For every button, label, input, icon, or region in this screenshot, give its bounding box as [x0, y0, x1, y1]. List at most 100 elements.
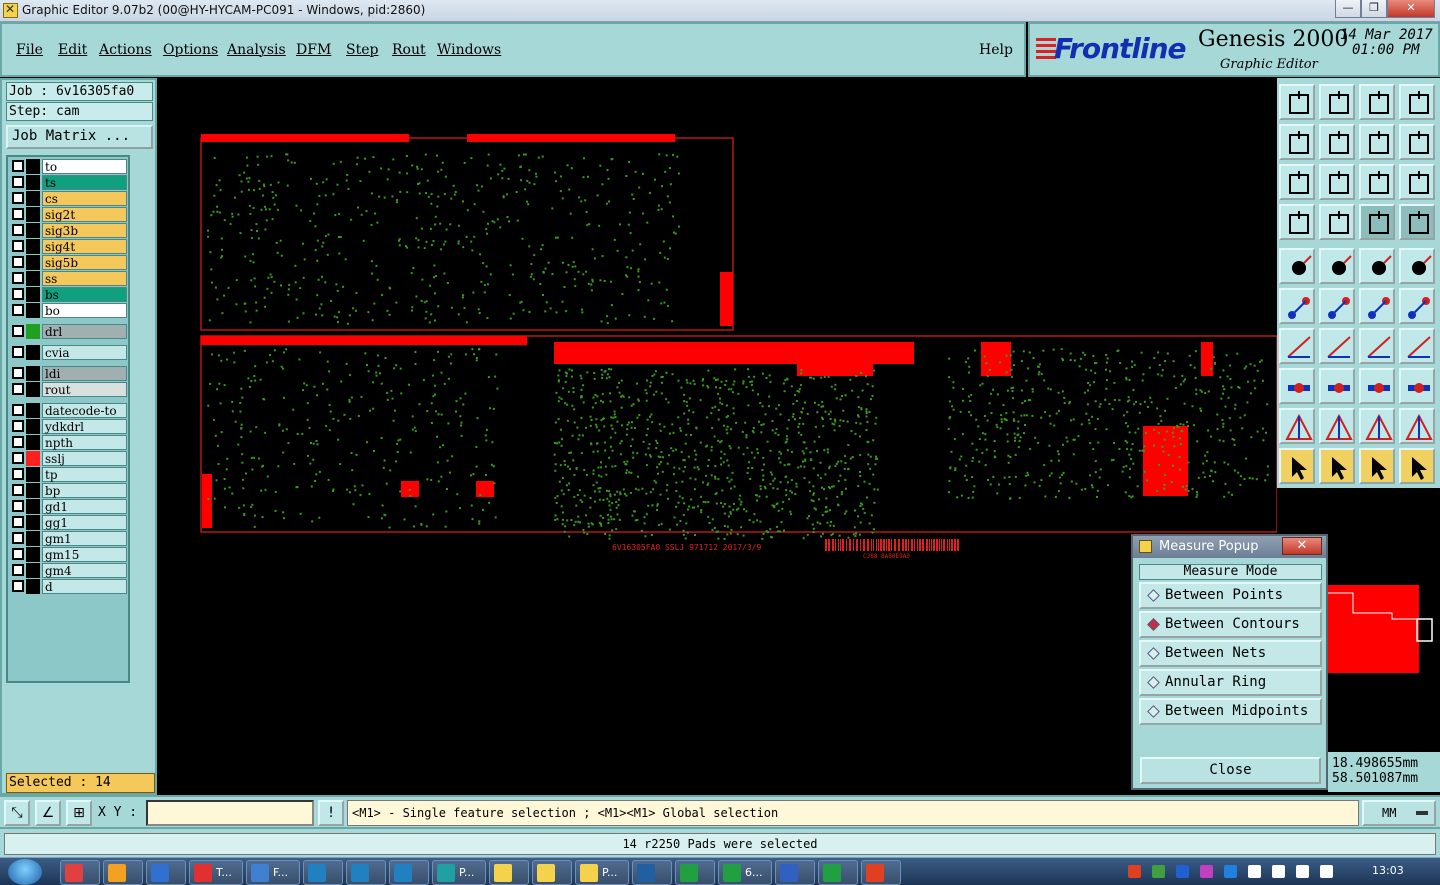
triangle-d-icon[interactable] — [1399, 408, 1435, 444]
taskbar-app-button[interactable] — [632, 860, 672, 885]
tray-icon[interactable] — [1152, 865, 1165, 878]
close-window-button[interactable]: ✕ — [1387, 0, 1435, 18]
layer-checkbox[interactable] — [12, 468, 24, 480]
layer-row-rout[interactable]: rout — [10, 382, 127, 397]
layer-name[interactable]: npth — [42, 435, 127, 450]
layer-name[interactable]: gm4 — [42, 563, 127, 578]
layer-name[interactable]: gd1 — [42, 499, 127, 514]
layer-row-to[interactable]: to — [10, 159, 127, 174]
layer-name[interactable]: gm1 — [42, 531, 127, 546]
pcb-view[interactable]: 6V16305FA0 SSLJ 971712 2017/3/9 CJ88 8A8… — [157, 78, 1277, 795]
line-pad-b-icon[interactable] — [1399, 288, 1435, 324]
layer-checkbox[interactable] — [12, 325, 24, 337]
layer-row-bs[interactable]: bs — [10, 287, 127, 302]
layer-row-tp[interactable]: tp — [10, 467, 127, 482]
layer-checkbox[interactable] — [12, 580, 24, 592]
zoom-area-icon[interactable]: ⤡ — [4, 800, 30, 826]
taskbar-app-button[interactable] — [489, 860, 529, 885]
menu-options[interactable]: Options — [163, 42, 218, 58]
layer-row-ydkdrl[interactable]: ydkdrl — [10, 419, 127, 434]
pan-right-icon[interactable] — [1319, 124, 1355, 160]
triangle-a-icon[interactable] — [1279, 408, 1315, 444]
layer-checkbox[interactable] — [12, 224, 24, 236]
taskbar-app-button[interactable] — [303, 860, 343, 885]
measure-mode-option[interactable]: Between Contours — [1139, 611, 1322, 638]
layer-name[interactable]: ydkdrl — [42, 419, 127, 434]
layer-name[interactable]: ldi — [42, 366, 127, 381]
taskbar-app-button[interactable] — [675, 860, 715, 885]
layer-checkbox[interactable] — [12, 532, 24, 544]
menu-actions[interactable]: Actions — [99, 42, 152, 58]
layer-color-swatch[interactable] — [26, 345, 40, 360]
layer-row-ss[interactable]: ss — [10, 271, 127, 286]
edit-shape-icon[interactable] — [1319, 248, 1355, 284]
layer-color-swatch[interactable] — [26, 255, 40, 270]
arc-icon[interactable] — [1359, 328, 1395, 364]
layer-row-sig3b[interactable]: sig3b — [10, 223, 127, 238]
layer-checkbox[interactable] — [12, 452, 24, 464]
fit-icon[interactable] — [1279, 164, 1315, 200]
layer-name[interactable]: ts — [42, 175, 127, 190]
layer-color-swatch[interactable] — [26, 175, 40, 190]
tools-icon[interactable] — [1279, 204, 1315, 240]
taskbar-app-button[interactable] — [146, 860, 186, 885]
fh-icon[interactable] — [1399, 328, 1435, 364]
line-pad-icon[interactable] — [1359, 288, 1395, 324]
layer-name[interactable]: rout — [42, 382, 127, 397]
tray-icon[interactable] — [1176, 865, 1189, 878]
tray-icon[interactable] — [1128, 865, 1141, 878]
layer-color-swatch[interactable] — [26, 382, 40, 397]
taskbar-app-button[interactable] — [346, 860, 386, 885]
layer-name[interactable]: to — [42, 159, 127, 174]
circle-icon[interactable] — [1399, 248, 1435, 284]
taskbar-app-button[interactable]: 6... — [718, 860, 772, 885]
layer-color-swatch[interactable] — [26, 483, 40, 498]
layer-row-sig5b[interactable]: sig5b — [10, 255, 127, 270]
layer-color-swatch[interactable] — [26, 191, 40, 206]
tray-icon[interactable] — [1320, 865, 1333, 878]
tray-icon[interactable] — [1248, 865, 1261, 878]
layer-color-swatch[interactable] — [26, 287, 40, 302]
layer-row-ts[interactable]: ts — [10, 175, 127, 190]
layer-color-swatch[interactable] — [26, 207, 40, 222]
layer-name[interactable]: cs — [42, 191, 127, 206]
layer-row-gm1[interactable]: gm1 — [10, 531, 127, 546]
menu-file[interactable]: File — [16, 42, 43, 58]
layer-checkbox[interactable] — [12, 192, 24, 204]
scale-1-1-icon[interactable] — [1359, 164, 1395, 200]
graphic-canvas[interactable]: 6V16305FA0 SSLJ 971712 2017/3/9 CJ88 8A8… — [157, 78, 1277, 795]
pad-select-icon[interactable] — [1279, 248, 1315, 284]
layer-name[interactable]: gg1 — [42, 515, 127, 530]
layer-row-gd1[interactable]: gd1 — [10, 499, 127, 514]
layer-row-gg1[interactable]: gg1 — [10, 515, 127, 530]
layer-name[interactable]: sig4t — [42, 239, 127, 254]
triangle-b-icon[interactable] — [1319, 408, 1355, 444]
tray-icon[interactable] — [1296, 865, 1309, 878]
angle-icon[interactable] — [1279, 328, 1315, 364]
layer-color-swatch[interactable] — [26, 531, 40, 546]
layer-row-gm4[interactable]: gm4 — [10, 563, 127, 578]
layer-name[interactable]: bs — [42, 287, 127, 302]
taskbar-app-button[interactable]: F... — [246, 860, 300, 885]
layer-checkbox[interactable] — [12, 367, 24, 379]
layer-color-swatch[interactable] — [26, 547, 40, 562]
layer-row-gm15[interactable]: gm15 — [10, 547, 127, 562]
units-select[interactable]: MM — [1362, 800, 1436, 826]
layer-color-swatch[interactable] — [26, 499, 40, 514]
layer-row-bo[interactable]: bo — [10, 303, 127, 318]
help-question-icon[interactable] — [1399, 164, 1435, 200]
menu-analysis[interactable]: Analysis — [227, 42, 286, 58]
menu-rout[interactable]: Rout — [392, 42, 426, 58]
home-icon[interactable] — [1359, 84, 1395, 120]
center-icon[interactable] — [1319, 164, 1355, 200]
popup-close-button[interactable]: Close — [1140, 757, 1321, 784]
layer-color-swatch[interactable] — [26, 563, 40, 578]
layer-color-swatch[interactable] — [26, 451, 40, 466]
layer-row-sig2t[interactable]: sig2t — [10, 207, 127, 222]
layer-checkbox[interactable] — [12, 420, 24, 432]
layer-color-swatch[interactable] — [26, 239, 40, 254]
layers-b-icon[interactable] — [1399, 204, 1435, 240]
layer-row-drl[interactable]: drl — [10, 324, 127, 339]
xy-input[interactable] — [146, 800, 314, 826]
nodes-icon[interactable] — [1279, 288, 1315, 324]
